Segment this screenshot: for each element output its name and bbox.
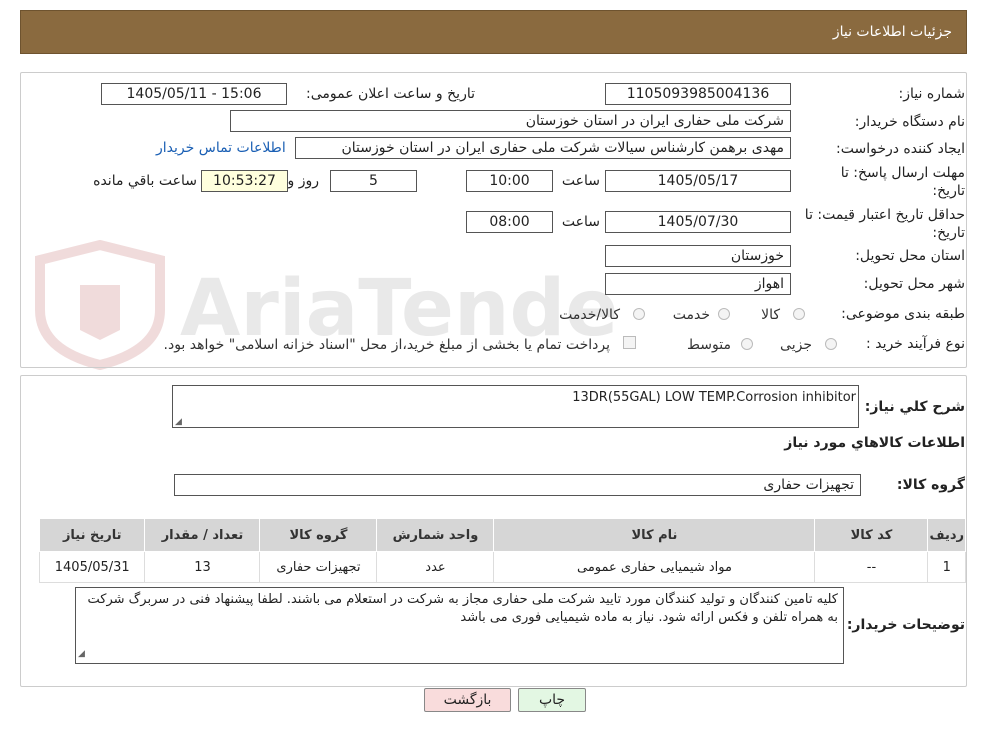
validity-time-label: ساعت	[561, 214, 600, 230]
process-medium-radio[interactable]	[741, 338, 753, 350]
remaining-time-field: 10:53:27	[201, 170, 288, 192]
category-service-label: خدمت	[672, 307, 710, 323]
city-field: اهواز	[605, 273, 791, 295]
col-goods-code: کد کالا	[814, 518, 929, 552]
deadline-date-field: 1405/05/17	[605, 170, 791, 192]
process-partial-label: جزیی	[780, 337, 812, 353]
goods-group-label: گروه کالا:	[896, 477, 965, 493]
cell-quantity: 13	[144, 551, 261, 583]
days-label: روز و	[287, 173, 320, 189]
deadline-label: مهلت ارسال پاسخ: تا تاریخ:	[840, 165, 965, 199]
table-header-row: ردیف کد کالا نام کالا واحد شمارش گروه کا…	[38, 518, 966, 552]
goods-group-field: تجهیزات حفاری	[174, 474, 861, 496]
category-label: طبقه بندی موضوعی:	[841, 306, 965, 322]
announce-datetime-field: 1405/05/11 - 15:06	[101, 83, 287, 105]
validity-date-field: 1405/07/30	[605, 211, 791, 233]
city-label: شهر محل تحویل:	[863, 276, 965, 292]
creator-field: مهدی برهمن کارشناس سیالات شرکت ملی حفاری…	[295, 137, 791, 159]
treasury-payment-note: پرداخت تمام یا بخشی از مبلغ خرید،از محل …	[163, 337, 610, 353]
cell-goods-group: تجهیزات حفاری	[259, 551, 378, 583]
goods-info-title: اطلاعات کالاهاي مورد نياز	[784, 435, 965, 451]
creator-label: ایجاد کننده درخواست:	[836, 141, 965, 157]
buyer-org-field: شرکت ملی حفاری ایران در استان خوزستان	[230, 110, 791, 132]
print-button[interactable]: چاپ	[518, 688, 586, 712]
validity-label: حداقل تاریخ اعتبار قیمت: تا تاریخ:	[804, 207, 965, 241]
category-goods-service-label: کالا/خدمت	[559, 307, 620, 323]
need-number-field: 1105093985004136	[605, 83, 791, 105]
treasury-payment-checkbox[interactable]	[623, 336, 636, 349]
col-quantity: تعداد / مقدار	[144, 518, 261, 552]
days-field: 5	[330, 170, 417, 192]
cell-goods-code: --	[814, 551, 929, 583]
goods-table: ردیف کد کالا نام کالا واحد شمارش گروه کا…	[38, 518, 966, 583]
province-field: خوزستان	[605, 245, 791, 267]
cell-need-date: 1405/05/31	[38, 551, 146, 583]
category-goods-label: کالا	[761, 307, 780, 323]
resize-handle-icon[interactable]: ◢	[78, 645, 85, 663]
province-label: استان محل تحویل:	[855, 248, 965, 264]
need-number-label: شماره نیاز:	[898, 86, 966, 102]
remaining-label: ساعت باقي مانده	[93, 173, 197, 189]
col-goods-name: نام کالا	[493, 518, 816, 552]
resize-handle-icon[interactable]: ◢	[175, 417, 182, 427]
need-description-field: 13DR(55GAL) LOW TEMP.Corrosion inhibitor…	[172, 385, 859, 428]
buyer-notes-text: کلیه تامین کنندگان و تولید کنندگان مورد …	[87, 592, 839, 625]
cell-goods-name: مواد شیمیایی حفاری عمومی	[493, 551, 816, 583]
deadline-time-field: 10:00	[466, 170, 553, 192]
col-goods-group: گروه کالا	[259, 518, 378, 552]
need-description-text: 13DR(55GAL) LOW TEMP.Corrosion inhibitor	[572, 390, 856, 405]
col-row-number: ردیف	[927, 518, 966, 552]
process-label: نوع فرآیند خرید :	[866, 336, 965, 352]
page-header: جزئیات اطلاعات نیاز	[20, 10, 967, 54]
col-need-date: تاریخ نیاز	[38, 518, 146, 552]
process-partial-radio[interactable]	[825, 338, 837, 350]
table-row: 1 -- مواد شیمیایی حفاری عمومی عدد تجهیزا…	[38, 551, 966, 583]
announce-label: تاریخ و ساعت اعلان عمومی:	[306, 86, 475, 102]
buyer-notes-field: کلیه تامین کنندگان و تولید کنندگان مورد …	[75, 587, 844, 664]
goods-table-wrap: ردیف کد کالا نام کالا واحد شمارش گروه کا…	[38, 518, 966, 583]
validity-time-field: 08:00	[466, 211, 553, 233]
buyer-org-label: نام دستگاه خریدار:	[854, 114, 965, 130]
category-service-radio[interactable]	[718, 308, 730, 320]
cell-row-number: 1	[927, 551, 966, 583]
cell-unit: عدد	[376, 551, 495, 583]
page-title: جزئیات اطلاعات نیاز	[832, 24, 952, 40]
buyer-notes-label: توضیحات خریدار:	[846, 617, 965, 633]
deadline-time-label: ساعت	[561, 173, 600, 189]
process-medium-label: متوسط	[687, 337, 731, 353]
col-unit: واحد شمارش	[376, 518, 495, 552]
category-goods-radio[interactable]	[793, 308, 805, 320]
back-button[interactable]: بازگشت	[424, 688, 511, 712]
need-description-label: شرح کلي نياز:	[864, 399, 965, 415]
buyer-contact-link[interactable]: اطلاعات تماس خریدار	[156, 140, 286, 156]
category-goods-service-radio[interactable]	[633, 308, 645, 320]
